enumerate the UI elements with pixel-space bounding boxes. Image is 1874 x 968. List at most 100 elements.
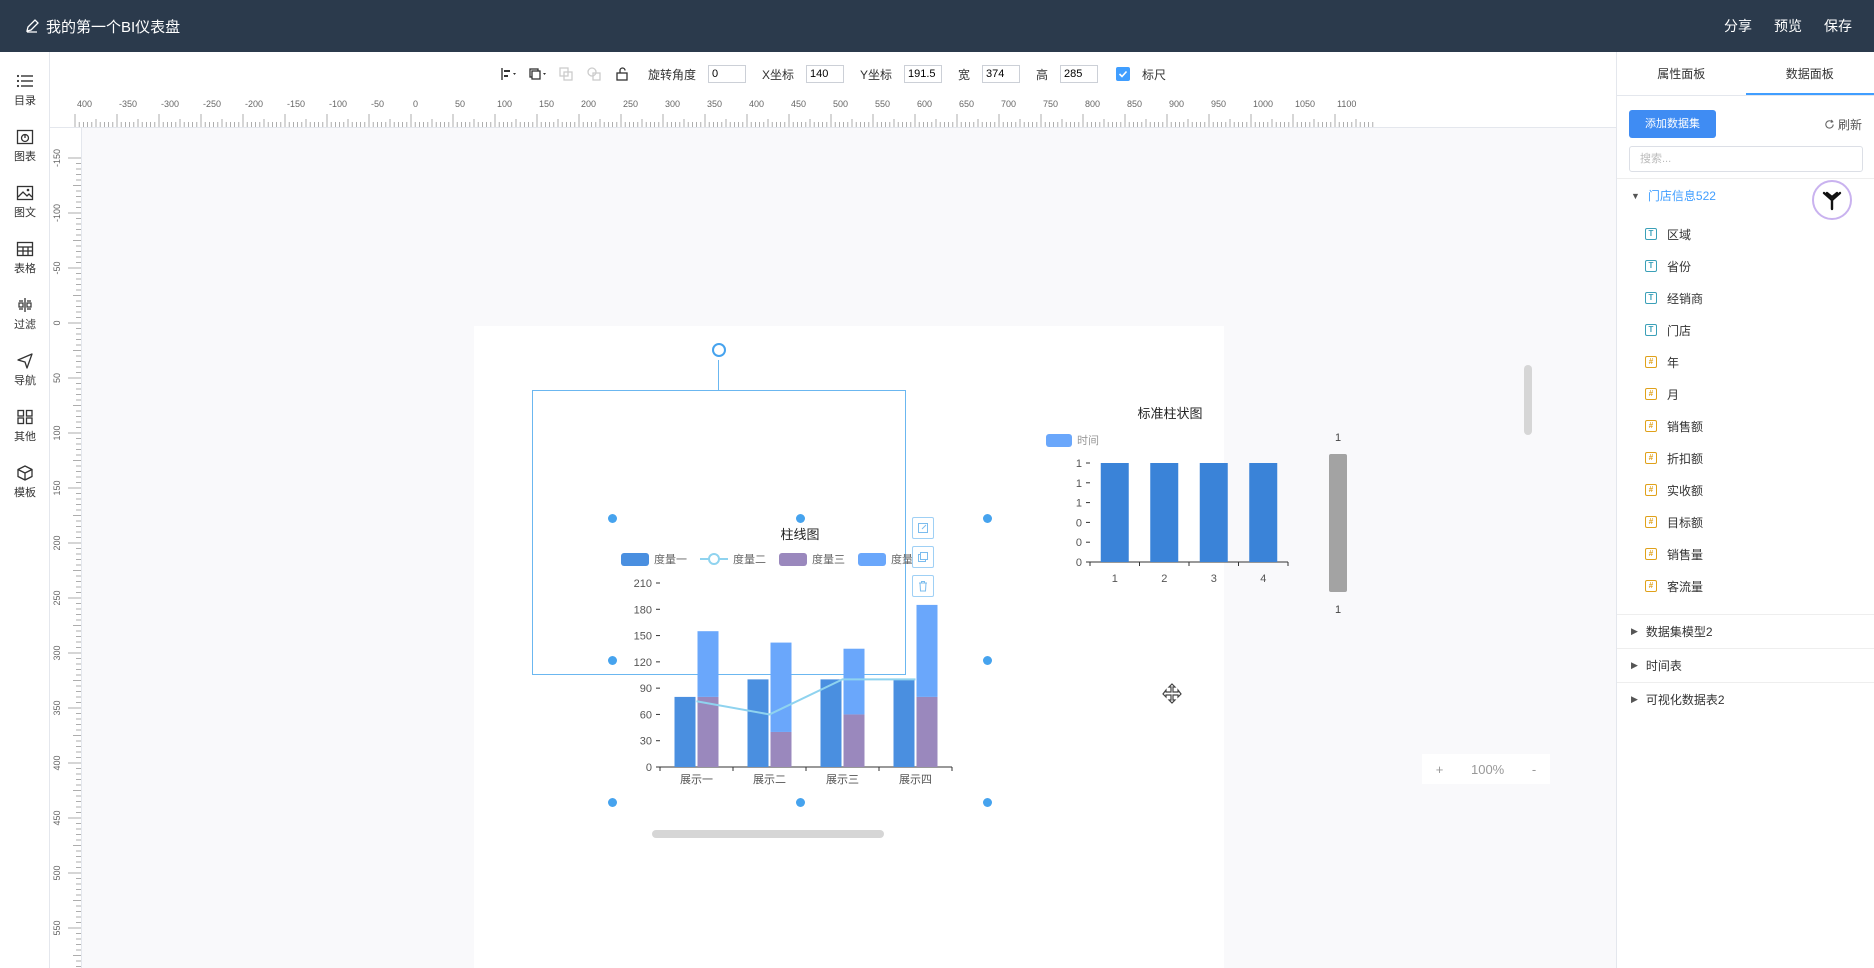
height-input[interactable] [1060, 65, 1099, 83]
ruler-checkbox[interactable] [1116, 67, 1131, 81]
ruler-tick-label: 500 [833, 99, 848, 109]
ruler-tick-label: 200 [581, 99, 596, 109]
bar-series-3 [916, 696, 938, 767]
standard-bar-chart[interactable]: 标准柱状图时间 0 0 0 1 1 1 1 2 3 4 1 1 [1040, 400, 1360, 630]
list-icon [16, 74, 33, 87]
field-item[interactable]: T 省份 [1617, 250, 1874, 282]
ruler-tick-label: 50 [455, 99, 465, 109]
y-tick-label: 0 [1076, 537, 1082, 549]
group-icon[interactable] [556, 64, 576, 84]
field-item[interactable]: T 经销商 [1617, 282, 1874, 314]
number-field-icon: # [1645, 580, 1657, 592]
ruler-tick-label: 0 [413, 99, 418, 109]
zoom-out-button[interactable]: - [1532, 762, 1536, 777]
copy-chart-button[interactable] [912, 546, 934, 568]
share-button[interactable]: 分享 [1724, 16, 1752, 36]
dataset-group-1[interactable]: ▶ 数据集模型2 [1617, 614, 1874, 648]
dataset-group-name: 数据集模型2 [1645, 625, 1713, 639]
legend-label: 度量三 [812, 552, 845, 566]
field-item[interactable]: T 区域 [1617, 218, 1874, 250]
rotate-line [718, 360, 719, 390]
field-item[interactable]: # 折扣额 [1617, 442, 1874, 474]
navigation-icon [17, 352, 33, 369]
rail-item-other[interactable]: 其他 [0, 398, 50, 454]
field-name: 销售额 [1667, 419, 1704, 434]
field-name: 门店 [1667, 323, 1692, 338]
ruler-tick-label: 750 [1043, 99, 1058, 109]
text-field-icon: T [1645, 260, 1657, 272]
x-input[interactable] [805, 65, 844, 83]
field-item[interactable]: # 实收额 [1617, 474, 1874, 506]
ruler-label: 标尺 [1142, 67, 1167, 82]
zoom-control: + 100% - [1422, 754, 1550, 784]
tab-data[interactable]: 数据面板 [1745, 52, 1874, 95]
refresh-icon [1825, 119, 1834, 129]
edit-chart-button[interactable] [912, 517, 934, 539]
chart-title: 柱线图 [780, 527, 819, 542]
rail-item-navigation[interactable]: 导航 [0, 342, 50, 398]
ungroup-icon[interactable] [584, 64, 604, 84]
ruler-tick-label: 650 [959, 99, 974, 109]
zoom-in-button[interactable]: + [1436, 762, 1444, 777]
ruler-tick-label: 400 [749, 99, 764, 109]
delete-chart-button[interactable] [912, 575, 934, 597]
field-item[interactable]: # 目标额 [1617, 506, 1874, 538]
rotate-input[interactable] [707, 65, 746, 83]
legend-swatch [621, 553, 649, 566]
vertical-ruler: -150 -100 -50 0 50 100 150 200 250 300 350 400 450 50… [50, 128, 82, 968]
rail-item-filter[interactable]: 过滤 [0, 286, 50, 342]
field-item[interactable]: # 销售量 [1617, 538, 1874, 570]
edit-pencil-icon[interactable] [24, 18, 40, 34]
field-search-input[interactable] [1629, 146, 1863, 172]
y-label: Y坐标 [859, 67, 892, 82]
dataset-group-name: 门店信息522 [1647, 189, 1716, 203]
vertical-scrollbar[interactable] [1524, 365, 1532, 435]
field-name: 客流量 [1667, 579, 1704, 594]
bar [1249, 463, 1278, 562]
rail-item-chart[interactable]: 图表 [0, 118, 50, 174]
field-item[interactable]: T 门店 [1617, 314, 1874, 346]
logo-icon [1822, 191, 1842, 211]
ruler-tick-label: 200 [52, 535, 62, 550]
layer-icon[interactable] [528, 64, 548, 84]
bar-series-1 [674, 696, 696, 767]
legend-label: 度量一 [654, 552, 687, 566]
ruler-tick-label: 850 [1127, 99, 1142, 109]
dataset-group-3[interactable]: ▶ 可视化数据表2 [1617, 682, 1874, 716]
rail-item-catalog[interactable]: 目录 [0, 62, 50, 118]
ruler-tick-label: 950 [1211, 99, 1226, 109]
number-field-icon: # [1645, 516, 1657, 528]
ruler-tick-label: 800 [1085, 99, 1100, 109]
dataset-tree: ▼ 门店信息522 T 区域 T 省份 T 经销商 T 门店 # 年 # 月 # 销售额 # 折扣额 # 实收额 # 目标… [1617, 178, 1874, 716]
refresh-button[interactable]: 刷新 [1824, 116, 1862, 133]
x-tick-label: 展示二 [753, 773, 786, 786]
ruler-tick-label: 1100 [1337, 99, 1356, 109]
add-dataset-button[interactable]: 添加数据集 [1629, 110, 1716, 138]
field-item[interactable]: # 年 [1617, 346, 1874, 378]
rail-item-template[interactable]: 模板 [0, 454, 50, 510]
rail-item-image-text[interactable]: 图文 [0, 174, 50, 230]
assistant-logo[interactable] [1812, 180, 1852, 220]
dataset-group-2[interactable]: ▶ 时间表 [1617, 648, 1874, 682]
y-tick-label: 90 [640, 683, 652, 695]
field-item[interactable]: # 月 [1617, 378, 1874, 410]
save-button[interactable]: 保存 [1824, 16, 1852, 36]
field-item[interactable]: # 客流量 [1617, 570, 1874, 602]
ruler-tick-label: 1050 [1295, 99, 1315, 109]
width-input[interactable] [982, 65, 1021, 83]
bar [1100, 463, 1129, 562]
y-input[interactable] [904, 65, 942, 83]
rail-label: 图文 [14, 206, 36, 219]
ruler-tick-label: 450 [52, 810, 62, 825]
rail-item-table[interactable]: 表格 [0, 230, 50, 286]
preview-button[interactable]: 预览 [1774, 16, 1802, 36]
tab-properties[interactable]: 属性面板 [1617, 52, 1746, 95]
horizontal-scrollbar[interactable] [652, 830, 884, 838]
rotate-handle[interactable] [712, 343, 726, 357]
x-tick-label: 展示四 [899, 773, 932, 786]
field-name: 销售量 [1667, 547, 1704, 562]
ruler-tick-label: 1000 [1253, 99, 1273, 109]
unlock-icon[interactable] [612, 64, 632, 84]
align-icon[interactable] [500, 64, 520, 84]
field-item[interactable]: # 销售额 [1617, 410, 1874, 442]
